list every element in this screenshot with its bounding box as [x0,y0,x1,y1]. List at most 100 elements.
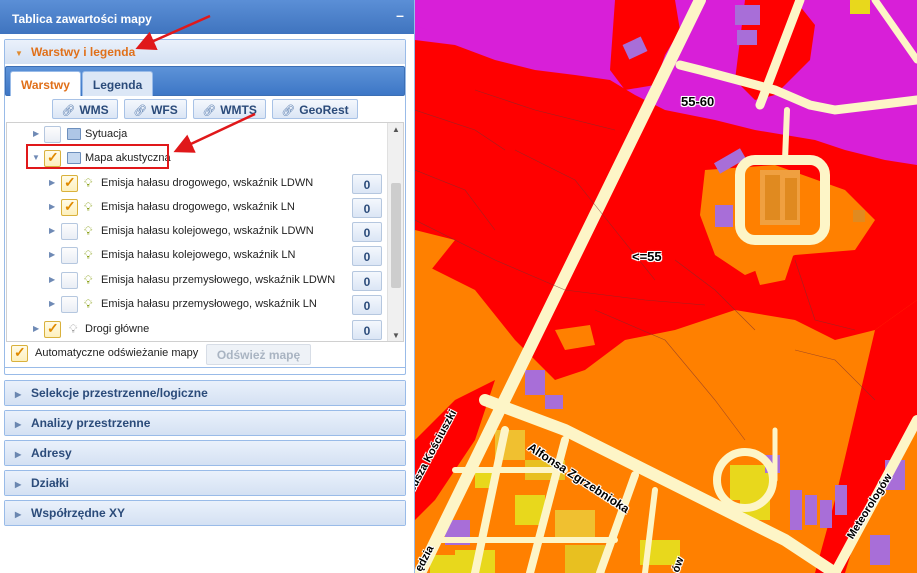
link-icon: 🔗︎ [202,105,217,117]
georest-button-label: GeoRest [299,103,349,117]
feature-count[interactable]: 0 [352,174,382,194]
georest-button[interactable]: 🔗︎ GeoRest [272,99,358,119]
checkmark-icon: ✓ [14,344,26,360]
accordion-spatial-selection-header[interactable]: ▶ Selekcje przestrzenne/logiczne [5,381,405,405]
accordion-parcels-header[interactable]: ▶ Działki [5,471,405,495]
layer-checkbox[interactable] [61,296,78,313]
collapse-icon[interactable]: – [394,8,406,22]
accordion-addresses-header[interactable]: ▶ Adresy [5,441,405,465]
tree-row-kolejowy-ln[interactable]: ▶ 💡︎ Emisja hałasu kolejowego, wskaźnik … [7,244,385,268]
tree-row-drogowy-ldwn[interactable]: ▶ ✓ 💡︎ Emisja hałasu drogowego, wskaźnik… [7,172,385,196]
tree-row-przemyslowy-ln[interactable]: ▶ 💡︎ Emisja hałasu przemysłowego, wskaźn… [7,293,385,317]
auto-refresh-label: Automatyczne odświeżanie mapy [35,347,199,359]
tree-row-label: Drogi główne [85,323,150,335]
checkmark-icon: ✓ [64,198,76,214]
layer-checkbox[interactable] [61,223,78,240]
feature-count[interactable]: 0 [352,246,382,266]
layers-tabbar: Warstwy Legenda [5,66,405,96]
scroll-down-icon[interactable]: ▼ [388,329,403,341]
layer-checkbox[interactable]: ✓ [44,320,61,338]
chevron-right-icon: ▶ [15,510,22,519]
bulb-icon: 💡︎ [84,176,93,190]
layer-checkbox[interactable] [44,126,61,143]
panel-header: Tablica zawartości mapy – [0,0,414,34]
accordion-xy-coordinates-header[interactable]: ▶ Współrzędne XY [5,501,405,525]
tree-scrollbar[interactable]: ▲ ▼ [387,123,403,341]
tree-row-kolejowy-ldwn[interactable]: ▶ 💡︎ Emisja hałasu kolejowego, wskaźnik … [7,220,385,244]
chevron-right-icon: ▶ [15,450,22,459]
tree-row-label: Emisja hałasu przemysłowego, wskaźnik LN [101,298,317,310]
accordion-layers-label: Warstwy i legenda [31,45,136,59]
feature-count[interactable]: 0 [352,198,382,218]
tab-warstwy[interactable]: Warstwy [10,71,81,96]
chevron-right-icon[interactable]: ▶ [33,324,41,334]
checkmark-icon: ✓ [47,320,59,336]
feature-count[interactable]: 0 [352,320,382,340]
layer-checkbox[interactable]: ✓ [61,174,78,192]
accordion-label: Adresy [31,446,72,460]
layer-checkbox[interactable]: ✓ [61,198,78,216]
layer-checkbox[interactable] [61,272,78,289]
accordion-label: Współrzędne XY [31,506,126,520]
scroll-thumb[interactable] [391,183,401,288]
chevron-right-icon[interactable]: ▶ [49,299,57,309]
map-contents-panel: Tablica zawartości mapy – ▼ Warstwy i leg… [0,0,415,573]
chevron-right-icon: ▶ [15,390,22,399]
scroll-up-icon[interactable]: ▲ [388,123,403,137]
chevron-right-icon[interactable]: ▶ [49,275,57,285]
accordion-label: Selekcje przestrzenne/logiczne [31,386,208,400]
tree-row-drogi-glowne[interactable]: ▶ ✓ 💡︎ Drogi główne 0 [7,318,385,341]
feature-count[interactable]: 0 [352,295,382,315]
bulb-icon: 💡︎ [84,200,93,214]
bulb-icon: 💡︎ [69,322,78,336]
accordion-layers: ▼ Warstwy i legenda Warstwy Legenda 🔗︎ WMS … [4,39,406,375]
wms-button[interactable]: 🔗︎ WMS [52,99,118,119]
chevron-right-icon[interactable]: ▶ [49,178,57,188]
accordion-xy-coordinates: ▶ Współrzędne XY [4,500,406,526]
accordion-parcels: ▶ Działki [4,470,406,496]
chevron-right-icon[interactable]: ▶ [49,202,57,212]
folder-closed-icon [67,128,81,140]
map-canvas[interactable] [415,0,917,573]
panel-title: Tablica zawartości mapy [12,12,152,26]
tab-legenda[interactable]: Legenda [81,71,154,96]
wmts-button-label: WMTS [220,103,257,117]
wfs-button-label: WFS [151,103,178,117]
wmts-button[interactable]: 🔗︎ WMTS [193,99,266,119]
tree-row-label: Emisja hałasu kolejowego, wskaźnik LN [101,249,296,261]
accordion-spatial-selection: ▶ Selekcje przestrzenne/logiczne [4,380,406,406]
chevron-right-icon: ▶ [15,420,22,429]
accordion-spatial-analysis-header[interactable]: ▶ Analizy przestrzenne [5,411,405,435]
bulb-icon: 💡︎ [84,273,93,287]
auto-refresh-checkbox[interactable]: ✓ [11,344,28,362]
chevron-right-icon[interactable]: ▶ [49,226,57,236]
tree-row-drogowy-ln[interactable]: ▶ ✓ 💡︎ Emisja hałasu drogowego, wskaźnik… [7,196,385,220]
bulb-icon: 💡︎ [84,224,93,238]
tree-row-przemyslowy-ldwn[interactable]: ▶ 💡︎ Emisja hałasu przemysłowego, wskaźn… [7,269,385,293]
map-label-zone-55-60: 55-60 [681,94,715,109]
auto-refresh-row: ✓ Automatyczne odświeżanie mapy Odśwież … [5,342,405,368]
chevron-down-icon: ▼ [15,49,23,58]
map-view[interactable]: 55-60 <=55 Alfonsa Zgrzebnioka Tadeusza … [415,0,917,573]
accordion-addresses: ▶ Adresy [4,440,406,466]
bulb-icon: 💡︎ [84,297,93,311]
accordion-label: Analizy przestrzenne [31,416,151,430]
link-icon: 🔗︎ [133,105,148,117]
tree-row-label: Emisja hałasu przemysłowego, wskaźnik LD… [101,274,336,286]
feature-count[interactable]: 0 [352,271,382,291]
layer-checkbox[interactable] [61,247,78,264]
chevron-right-icon[interactable]: ▶ [49,250,57,260]
bulb-icon: 💡︎ [84,248,93,262]
link-icon: 🔗︎ [61,105,76,117]
wms-button-label: WMS [79,103,109,117]
chevron-right-icon[interactable]: ▶ [33,129,41,139]
feature-count[interactable]: 0 [352,222,382,242]
refresh-map-button[interactable]: Odśwież mapę [206,344,311,365]
tree-row-label: Sytuacja [85,128,128,140]
checkmark-icon: ✓ [64,174,76,190]
chevron-right-icon: ▶ [15,480,22,489]
wfs-button[interactable]: 🔗︎ WFS [124,99,187,119]
accordion-layers-header[interactable]: ▼ Warstwy i legenda [5,40,405,64]
highlight-box [26,144,169,169]
map-label-zone-le55: <=55 [632,249,662,264]
